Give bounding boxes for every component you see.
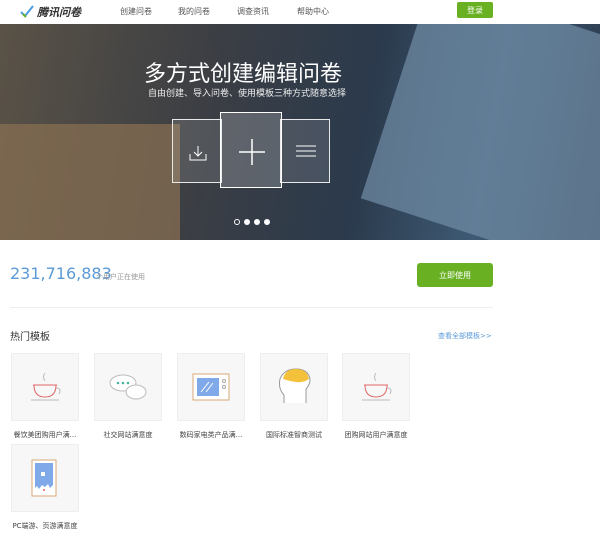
template-label: PC端游、页游满意度 bbox=[12, 522, 78, 530]
game-screen-icon bbox=[11, 444, 79, 512]
carousel-dot[interactable] bbox=[244, 219, 250, 225]
template-card[interactable]: 团购网站用户满意度 bbox=[342, 353, 410, 440]
chat-bubbles-icon bbox=[94, 353, 162, 421]
carousel-dot[interactable] bbox=[254, 219, 260, 225]
user-count-label: 个用户正在使用 bbox=[96, 273, 145, 281]
carousel-dot[interactable] bbox=[264, 219, 270, 225]
nav-news[interactable]: 调查资讯 bbox=[237, 6, 269, 17]
template-label: 餐饮美团购用户满... bbox=[13, 431, 77, 439]
nav-help[interactable]: 帮助中心 bbox=[297, 6, 329, 17]
import-icon bbox=[172, 119, 222, 183]
microwave-icon bbox=[177, 353, 245, 421]
template-card[interactable]: 社交网站满意度 bbox=[94, 353, 162, 440]
login-button[interactable]: 登录 bbox=[457, 2, 493, 18]
hero-banner: 多方式创建编辑问卷 自由创建、导入问卷、使用模板三种方式随意选择 bbox=[0, 24, 600, 240]
carousel-dots bbox=[234, 219, 270, 225]
banner-background-paper bbox=[360, 24, 600, 240]
templates-heading: 热门模板 bbox=[10, 332, 50, 343]
logo[interactable]: 腾讯问卷 bbox=[20, 4, 81, 20]
banner-title: 多方式创建编辑问卷 bbox=[144, 62, 343, 87]
top-nav: 腾讯问卷 创建问卷 我的问卷 调查资讯 帮助中心 登录 bbox=[0, 0, 600, 24]
template-card[interactable]: 数码家电类产品满... bbox=[177, 353, 245, 440]
brain-head-icon bbox=[260, 353, 328, 421]
divider bbox=[10, 307, 493, 308]
logo-check-icon bbox=[20, 5, 34, 18]
nav-create[interactable]: 创建问卷 bbox=[120, 6, 152, 17]
create-plus-icon bbox=[220, 112, 282, 188]
template-card[interactable]: PC端游、页游满意度 bbox=[11, 444, 79, 531]
template-list-icon bbox=[280, 119, 330, 183]
coffee-cup-icon bbox=[342, 353, 410, 421]
template-label: 团购网站用户满意度 bbox=[344, 431, 408, 439]
banner-background-wood bbox=[0, 124, 180, 240]
template-card[interactable]: 国际标准智商测试 bbox=[260, 353, 328, 440]
nav-my-surveys[interactable]: 我的问卷 bbox=[178, 6, 210, 17]
logo-text: 腾讯问卷 bbox=[37, 6, 81, 19]
coffee-cup-icon bbox=[11, 353, 79, 421]
view-all-templates-link[interactable]: 查看全部模板>> bbox=[438, 331, 492, 341]
template-card[interactable]: 餐饮美团购用户满... bbox=[11, 353, 79, 440]
carousel-dot[interactable] bbox=[234, 219, 240, 225]
template-label: 社交网站满意度 bbox=[103, 431, 153, 439]
use-now-button[interactable]: 立即使用 bbox=[417, 263, 493, 287]
template-label: 数码家电类产品满... bbox=[179, 431, 243, 439]
banner-subtitle: 自由创建、导入问卷、使用模板三种方式随意选择 bbox=[148, 89, 347, 99]
template-label: 国际标准智商测试 bbox=[266, 431, 322, 439]
